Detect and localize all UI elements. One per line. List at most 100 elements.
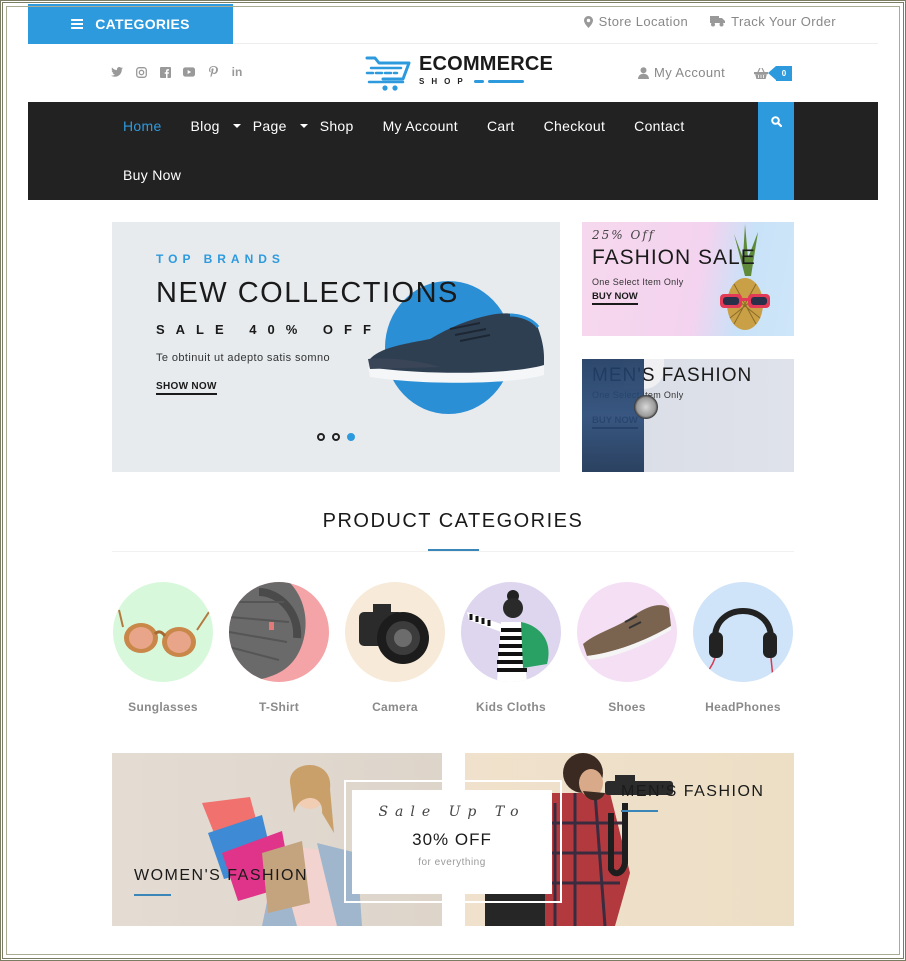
promo-title: FASHION SALE	[592, 246, 756, 269]
categories-label: CATEGORIES	[95, 16, 190, 32]
slider-dot[interactable]	[317, 433, 325, 441]
sale-note: for everything	[418, 857, 486, 868]
logo-dash-long	[487, 80, 524, 83]
nav-cart[interactable]: Cart	[487, 118, 515, 134]
track-order-label: Track Your Order	[731, 14, 836, 29]
category-image-camera	[345, 582, 445, 682]
store-location-link[interactable]: Store Location	[583, 14, 689, 29]
facebook-icon[interactable]	[159, 66, 171, 78]
category-label: Kids Cloths	[476, 700, 546, 714]
search-icon	[770, 116, 782, 127]
nav-contact[interactable]: Contact	[634, 118, 684, 134]
banner-title: WOMEN'S FASHION	[134, 867, 309, 884]
logo-subtitle-text: SHOP	[419, 77, 470, 86]
topbar-divider	[233, 43, 878, 44]
promo-subtitle: One Select Item Only	[592, 277, 684, 287]
twitter-icon[interactable]	[111, 66, 123, 78]
category-image-headphones	[693, 582, 793, 682]
cart-button[interactable]: 0	[754, 66, 792, 81]
categories-button[interactable]: CATEGORIES	[28, 4, 233, 44]
nav-shop[interactable]: Shop	[320, 118, 354, 134]
hero-title: NEW COLLECTIONS	[156, 277, 459, 309]
category-shoes[interactable]: Shoes	[576, 582, 678, 714]
hero-slider[interactable]: TOP BRANDS NEW COLLECTIONS SALE 40% OFF …	[112, 222, 560, 472]
nav-page[interactable]: Page	[253, 118, 287, 134]
category-tshirt[interactable]: T-Shirt	[228, 582, 330, 714]
social-links: in	[111, 65, 243, 79]
banner-title-underline	[134, 894, 171, 896]
instagram-icon[interactable]	[135, 66, 147, 78]
top-links: Store Location Track Your Order	[583, 14, 836, 29]
section-title-underline	[428, 549, 479, 551]
main-nav: Home Blog Page Shop My Account Cart Chec…	[28, 102, 878, 200]
tshirt-icon	[229, 582, 306, 682]
headphones-icon	[698, 608, 777, 682]
shopping-cart-logo-icon	[365, 56, 411, 91]
search-button[interactable]	[758, 102, 794, 200]
nav-home[interactable]: Home	[123, 118, 162, 134]
pinterest-icon[interactable]	[207, 66, 219, 78]
category-image-kids	[461, 582, 561, 682]
nav-buy-now[interactable]: Buy Now	[123, 167, 181, 183]
slider-dot-active[interactable]	[347, 433, 355, 441]
category-label: HeadPhones	[705, 700, 781, 714]
kid-icon	[467, 590, 549, 682]
section-title: PRODUCT CATEGORIES	[322, 510, 584, 532]
linkedin-icon[interactable]: in	[231, 65, 243, 79]
man-image	[582, 359, 644, 472]
category-image-shoes	[577, 582, 677, 682]
logo-subtitle: SHOP	[419, 77, 553, 86]
category-image-sunglasses	[113, 582, 213, 682]
hero-description: Te obtinuit ut adepto satis somno	[156, 352, 331, 364]
sneaker-image	[368, 313, 544, 383]
category-camera[interactable]: Camera	[344, 582, 446, 714]
nav-checkout[interactable]: Checkout	[544, 118, 606, 134]
logo[interactable]: ECOMMERCE SHOP	[365, 52, 553, 92]
promo-discount-text: 25% Off	[592, 228, 656, 242]
youtube-icon[interactable]	[183, 66, 195, 78]
slider-dots	[317, 433, 355, 441]
hero-sale-text: SALE 40% OFF	[156, 322, 382, 337]
page-dropdown-caret-icon[interactable]	[299, 124, 308, 128]
nav-my-account[interactable]: My Account	[383, 118, 458, 134]
logo-title: ECOMMERCE	[419, 53, 554, 75]
menu-icon	[71, 19, 84, 29]
banner-title-underline	[621, 810, 658, 812]
my-account-label: My Account	[654, 65, 726, 80]
watch-image	[634, 395, 658, 419]
basket-icon	[754, 68, 768, 79]
nav-blog[interactable]: Blog	[191, 118, 220, 134]
category-label: Camera	[372, 700, 418, 714]
store-location-label: Store Location	[598, 14, 689, 29]
buy-now-button[interactable]: BUY NOW	[592, 291, 638, 305]
camera-icon	[359, 604, 429, 664]
nav-row-1: Home Blog Page Shop My Account Cart Chec…	[123, 118, 714, 134]
category-sunglasses[interactable]: Sunglasses	[112, 582, 214, 714]
category-headphones[interactable]: HeadPhones	[692, 582, 794, 714]
show-now-button[interactable]: SHOW NOW	[156, 381, 217, 395]
user-icon	[638, 66, 649, 79]
sale-kicker: Sale Up To	[378, 804, 526, 820]
sale-headline: 30% OFF	[412, 830, 492, 849]
section-divider	[112, 551, 794, 552]
category-image-tshirt	[229, 582, 329, 682]
category-label: T-Shirt	[258, 700, 300, 714]
nav-row-2: Buy Now	[123, 167, 210, 183]
slider-dot[interactable]	[332, 433, 340, 441]
sale-box[interactable]: Sale Up To 30% OFF for everything	[352, 790, 552, 894]
shoes-icon	[583, 605, 671, 660]
mens-fashion-promo[interactable]: MEN'S FASHION One Select Item Only BUY N…	[582, 359, 794, 472]
logo-dash-short	[473, 80, 484, 83]
category-kids-cloths[interactable]: Kids Cloths	[460, 582, 562, 714]
track-order-link[interactable]: Track Your Order	[710, 14, 836, 29]
truck-icon	[710, 16, 726, 27]
banner-title: MEN'S FASHION	[621, 783, 765, 800]
category-label: Shoes	[608, 700, 646, 714]
blog-dropdown-caret-icon[interactable]	[232, 124, 241, 128]
cart-count-badge: 0	[768, 66, 792, 81]
my-account-link[interactable]: My Account	[638, 65, 725, 80]
fashion-sale-promo[interactable]: 25% Off FASHION SALE One Select Item Onl…	[582, 222, 794, 336]
category-list: Sunglasses T-Shirt Camera Kids Cloths Sh…	[112, 582, 794, 714]
category-label: Sunglasses	[128, 700, 198, 714]
map-marker-icon	[583, 15, 593, 28]
